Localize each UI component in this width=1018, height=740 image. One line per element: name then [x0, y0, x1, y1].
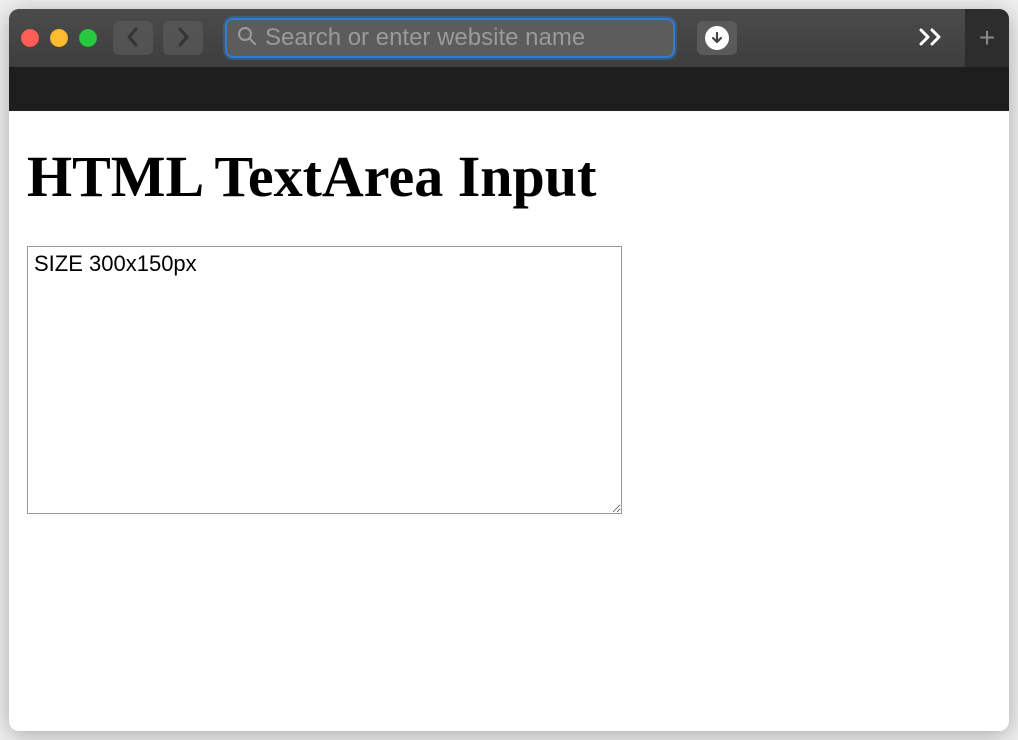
maximize-window-button[interactable] [79, 29, 97, 47]
download-arrow-icon [705, 26, 729, 50]
chevron-left-icon [126, 27, 140, 50]
forward-button[interactable] [163, 21, 203, 55]
page-heading: HTML TextArea Input [27, 143, 991, 210]
minimize-window-button[interactable] [50, 29, 68, 47]
chevron-double-right-icon [918, 28, 944, 49]
favorites-bar [9, 67, 1009, 111]
browser-window: + HTML TextArea Input [9, 9, 1009, 731]
search-icon [237, 26, 257, 51]
demo-textarea[interactable] [27, 246, 622, 514]
close-window-button[interactable] [21, 29, 39, 47]
plus-icon: + [979, 24, 995, 52]
titlebar: + [9, 9, 1009, 67]
downloads-button[interactable] [697, 21, 737, 55]
overflow-button[interactable] [911, 21, 951, 55]
back-button[interactable] [113, 21, 153, 55]
window-controls [21, 29, 97, 47]
chevron-right-icon [176, 27, 190, 50]
address-input[interactable] [265, 24, 663, 52]
page-content: HTML TextArea Input [9, 111, 1009, 731]
address-bar[interactable] [225, 18, 675, 58]
